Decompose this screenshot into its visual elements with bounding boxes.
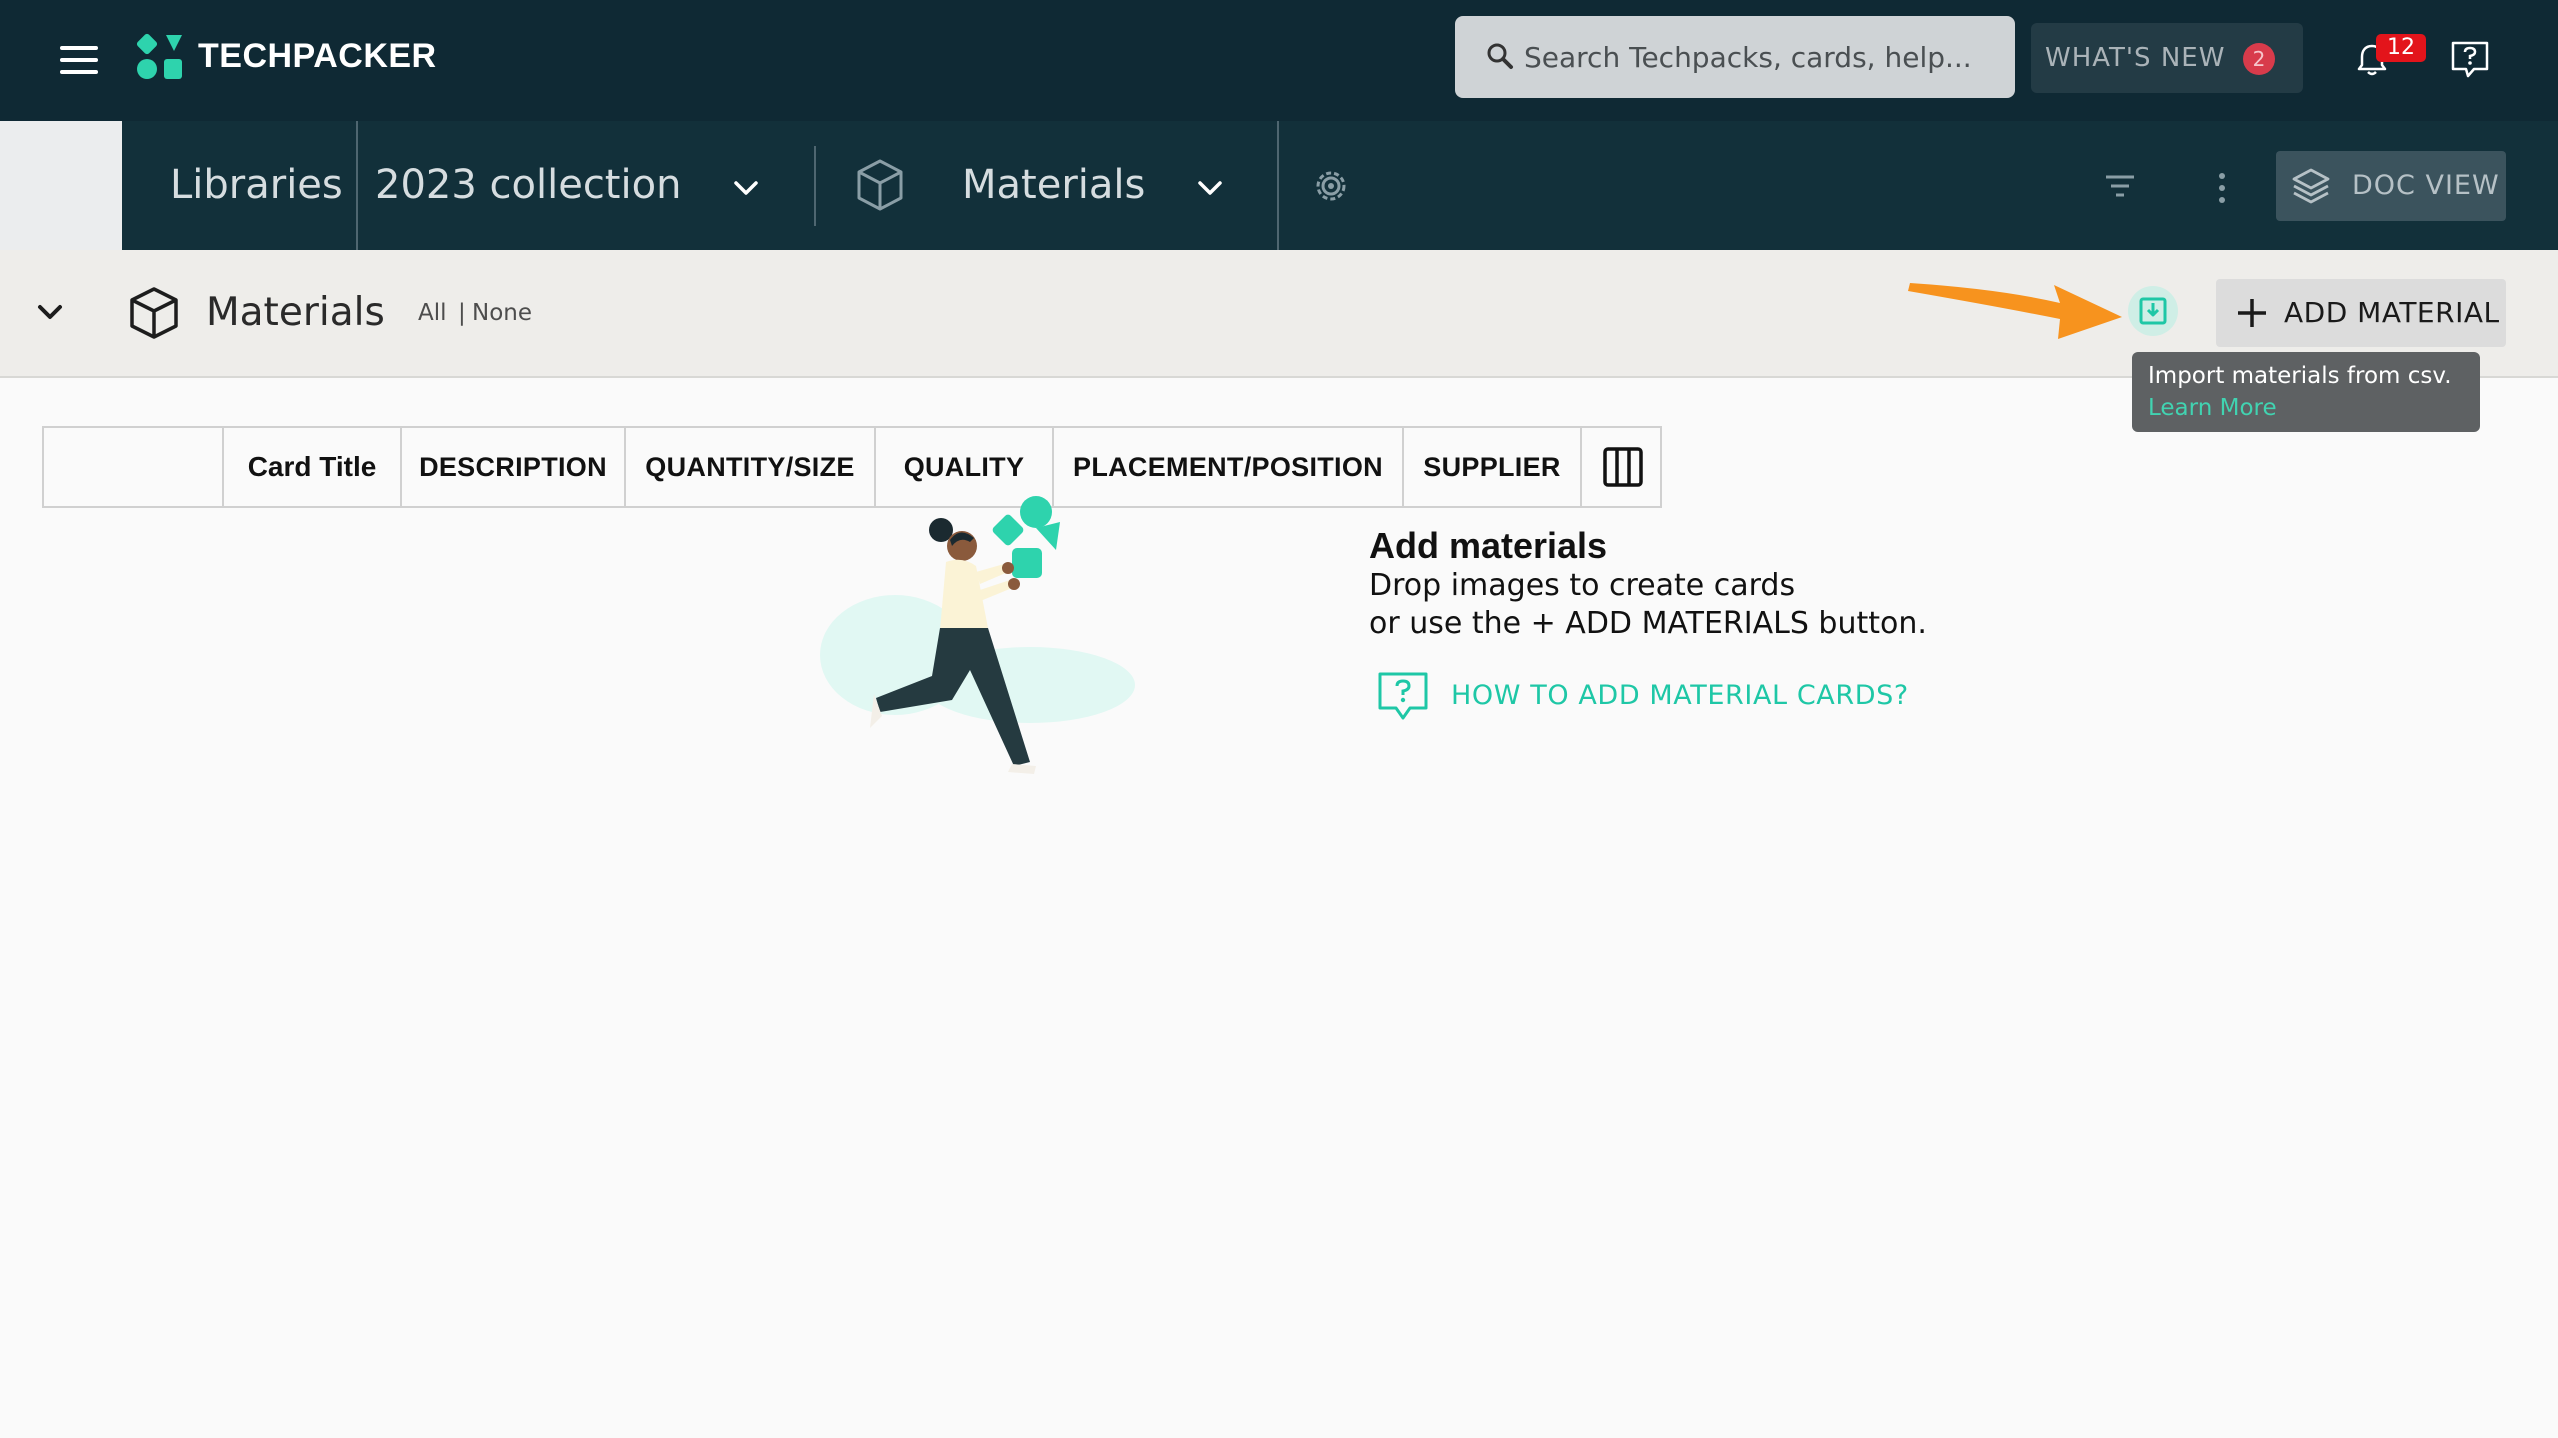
help-chat-icon[interactable] [2448, 38, 2492, 82]
empty-state-illustration [820, 496, 1135, 774]
chevron-down-icon[interactable] [1190, 168, 1230, 208]
doc-view-button[interactable]: DOC VIEW [2276, 151, 2506, 221]
add-material-label: ADD MATERIAL [2284, 296, 2500, 329]
divider [356, 121, 358, 250]
hamburger-menu-icon[interactable] [48, 36, 104, 86]
empty-state-line-1: Drop images to create cards [1369, 568, 1796, 603]
layers-icon [2292, 168, 2330, 204]
column-header-description[interactable]: DESCRIPTION [402, 428, 626, 506]
cube-icon [857, 159, 903, 211]
subbar-spacer [0, 121, 122, 250]
filter-icon[interactable] [2102, 170, 2138, 202]
divider [1277, 121, 1279, 250]
help-chat-icon[interactable] [1376, 670, 1430, 724]
search-input[interactable] [1524, 16, 2004, 98]
empty-state-title: Add materials [1369, 525, 1608, 566]
collection-selector[interactable]: 2023 collection [375, 121, 681, 250]
divider [814, 146, 816, 226]
doc-view-label: DOC VIEW [2352, 170, 2500, 201]
libraries-breadcrumb[interactable]: Libraries [170, 121, 343, 250]
notification-count-badge: 12 [2376, 34, 2426, 62]
search-icon [1487, 43, 1513, 69]
settings-gear-icon[interactable] [1310, 165, 1352, 207]
chevron-down-icon[interactable] [726, 168, 766, 208]
cube-icon [130, 287, 178, 339]
plus-icon [2238, 299, 2266, 327]
select-none-link[interactable]: None [472, 298, 532, 328]
brand-name: TECHPACKER [198, 37, 437, 75]
tooltip-text: Import materials from csv. [2148, 363, 2452, 389]
column-header-card-title[interactable]: Card Title [224, 428, 402, 506]
collapse-chevron-icon[interactable] [30, 292, 70, 332]
columns-config-icon[interactable] [1584, 428, 1662, 506]
section-selector[interactable]: Materials [962, 121, 1145, 250]
column-header-supplier[interactable]: SUPPLIER [1404, 428, 1582, 506]
whats-new-label: WHAT'S NEW [2045, 43, 2226, 73]
add-material-button[interactable]: ADD MATERIAL [2216, 279, 2506, 347]
techpacker-logo-icon [136, 33, 182, 79]
select-all-link[interactable]: All [418, 298, 447, 328]
import-csv-button[interactable] [2128, 286, 2178, 336]
section-title: Materials [206, 290, 385, 335]
download-tray-icon [2139, 297, 2167, 325]
more-options-icon[interactable] [2210, 168, 2234, 208]
how-to-add-material-cards-link[interactable]: HOW TO ADD MATERIAL CARDS? [1451, 676, 1909, 716]
learn-more-link[interactable]: Learn More [2148, 392, 2277, 424]
whats-new-button[interactable]: WHAT'S NEW 2 [2031, 23, 2303, 93]
orange-pointer-arrow [1908, 283, 2122, 339]
select-separator: | [458, 300, 466, 326]
whats-new-count-badge: 2 [2243, 43, 2275, 75]
empty-state-line-2: or use the + ADD MATERIALS button. [1369, 606, 1927, 641]
column-header-select[interactable] [44, 428, 224, 506]
import-tooltip: Import materials from csv. Learn More [2132, 352, 2480, 432]
